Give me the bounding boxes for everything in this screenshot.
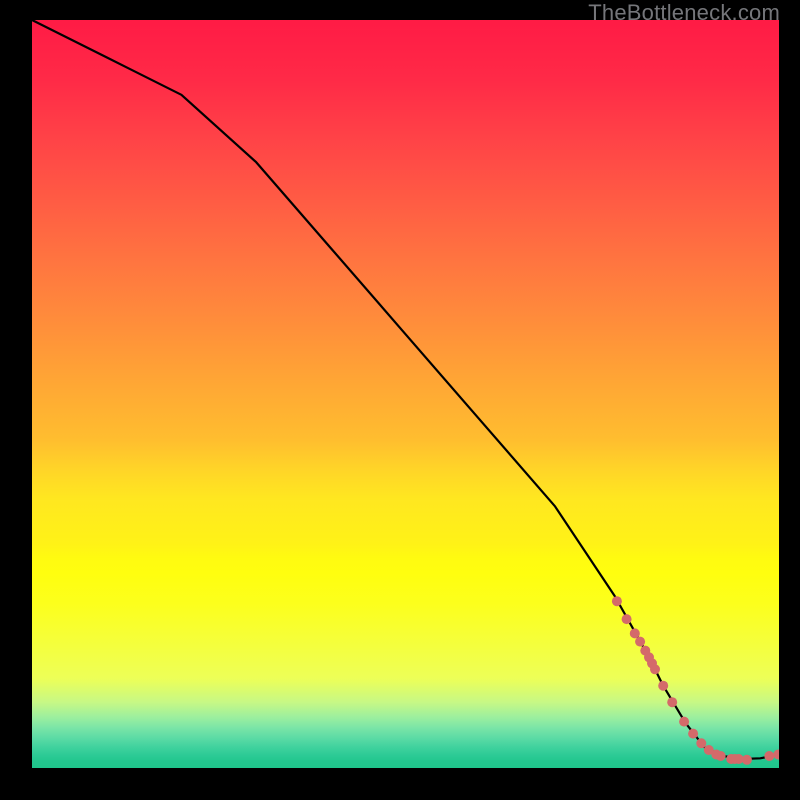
chart-frame: TheBottleneck.com — [0, 0, 800, 800]
data-point — [742, 755, 752, 765]
bottleneck-curve-path — [32, 20, 779, 759]
data-point — [658, 681, 668, 691]
data-point — [622, 614, 632, 624]
data-point — [650, 664, 660, 674]
data-point — [679, 717, 689, 727]
data-point — [635, 637, 645, 647]
data-point — [773, 750, 779, 760]
watermark-text: TheBottleneck.com — [588, 0, 780, 26]
data-point — [688, 729, 698, 739]
data-point — [630, 628, 640, 638]
chart-svg — [32, 20, 779, 768]
data-point — [764, 751, 774, 761]
scatter-group — [612, 596, 779, 765]
data-point — [612, 596, 622, 606]
data-point — [716, 751, 726, 761]
data-point — [667, 697, 677, 707]
data-point — [696, 738, 706, 748]
plot-area — [32, 20, 779, 768]
